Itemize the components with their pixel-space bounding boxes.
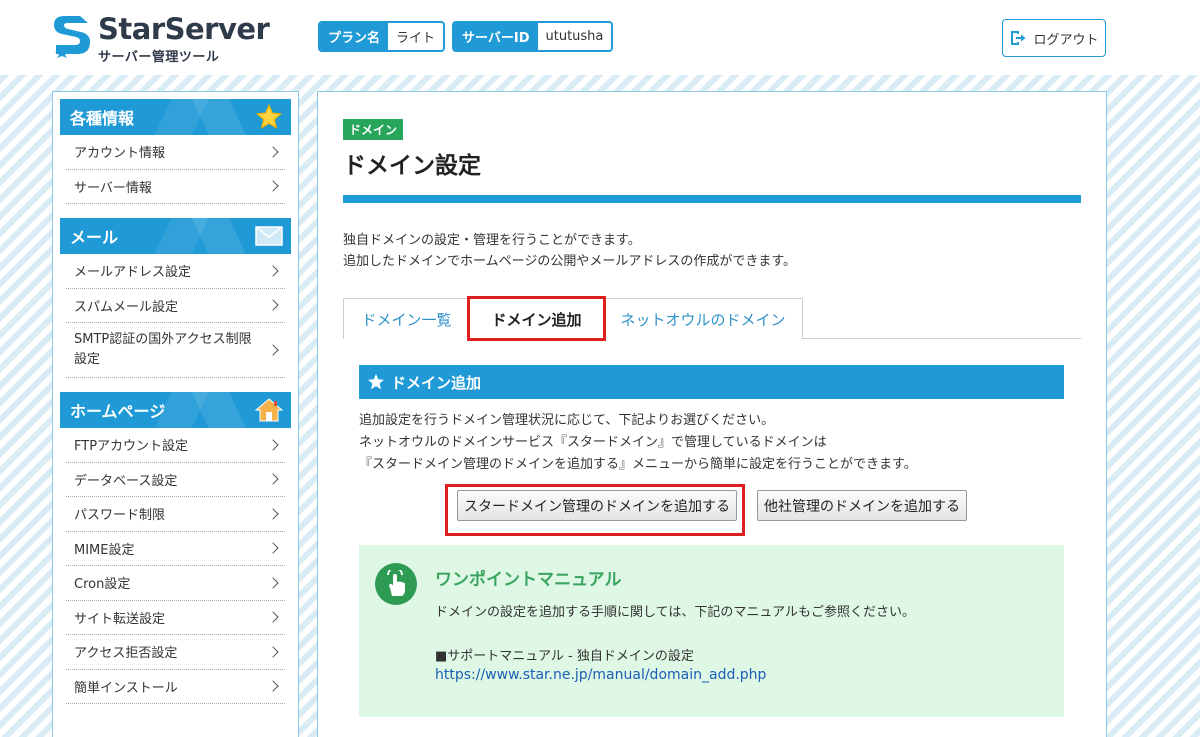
chevron-right-icon xyxy=(267,680,279,692)
panel-line: ネットオウルのドメインサービス『スタードメイン』で管理しているドメインは xyxy=(359,435,827,450)
sidebar-section-mail: メール メールアドレス設定 スパムメール設定 SMTP認証の国外アクセス制限設定 xyxy=(60,218,291,378)
intro-text: 独自ドメインの設定・管理を行うことができます。 追加したドメインでホームページの… xyxy=(343,230,796,272)
tab-domain-add[interactable]: ドメイン追加 xyxy=(467,296,606,341)
sidebar-section-header: ホームページ xyxy=(60,392,291,428)
plan-value: ライト xyxy=(396,31,436,46)
sidebar-item-label: データベース設定 xyxy=(74,473,178,489)
tab-domain-list[interactable]: ドメイン一覧 xyxy=(343,298,470,339)
logo-subtitle: サーバー管理ツール xyxy=(98,50,220,65)
sidebar-section-header: 各種情報 xyxy=(60,99,291,135)
server-id-value: ututusha xyxy=(545,29,604,44)
sidebar-item-site-redirect[interactable]: サイト転送設定 xyxy=(66,601,285,635)
sidebar-item-mail-address[interactable]: メールアドレス設定 xyxy=(66,254,285,289)
chevron-right-icon xyxy=(267,542,279,554)
star-icon xyxy=(255,104,283,130)
sidebar-item-label: アクセス拒否設定 xyxy=(74,646,178,662)
chevron-right-icon xyxy=(267,646,279,658)
sidebar-item-label: SMTP認証の国外アクセス制限設定 xyxy=(74,332,252,367)
sidebar-item-label: サーバー情報 xyxy=(74,180,152,196)
sidebar-section-homepage: ホームページ FTPアカウント設定 データベース設定 パスワード制限 MIME設… xyxy=(60,392,291,704)
server-id-label: サーバーID xyxy=(454,23,538,50)
manual-title: ワンポイントマニュアル xyxy=(435,570,622,590)
logo-mark-icon xyxy=(54,16,90,58)
mail-icon xyxy=(255,223,283,249)
sidebar-item-database[interactable]: データベース設定 xyxy=(66,463,285,497)
star-icon xyxy=(368,374,384,390)
top-header: StarServer サーバー管理ツール プラン名 ライト サーバーID utu… xyxy=(0,0,1200,75)
manual-link[interactable]: https://www.star.ne.jp/manual/domain_add… xyxy=(435,667,766,683)
home-icon xyxy=(255,397,283,423)
chevron-right-icon xyxy=(267,299,279,311)
sidebar-item-ftp-account[interactable]: FTPアカウント設定 xyxy=(66,428,285,463)
section-title: 各種情報 xyxy=(70,109,135,128)
sidebar-item-smtp-restriction[interactable]: SMTP認証の国外アクセス制限設定 xyxy=(66,323,285,378)
tab-bar: ドメイン一覧 ドメイン追加 ネットオウルのドメイン xyxy=(343,296,1081,341)
hand-pointer-icon xyxy=(375,563,417,605)
logo[interactable]: StarServer サーバー管理ツール xyxy=(50,10,290,65)
sidebar-item-label: 簡単インストール xyxy=(74,680,178,696)
sidebar-item-label: MIME設定 xyxy=(74,542,135,558)
tab-netowl-domain[interactable]: ネットオウルのドメイン xyxy=(603,298,803,339)
sidebar-item-server-info[interactable]: サーバー情報 xyxy=(66,170,285,204)
sidebar-item-label: スパムメール設定 xyxy=(74,299,179,315)
sidebar-item-account-info[interactable]: アカウント情報 xyxy=(66,135,285,170)
section-title: ホームページ xyxy=(70,402,166,421)
add-other-domain-button[interactable]: 他社管理のドメインを追加する xyxy=(757,490,967,521)
intro-line: 追加したドメインでホームページの公開やメールアドレスの作成ができます。 xyxy=(343,254,797,269)
sidebar-item-label: サイト転送設定 xyxy=(74,611,166,627)
sidebar-item-cron[interactable]: Cron設定 xyxy=(66,566,285,601)
sidebar-section-header: メール xyxy=(60,218,291,254)
chevron-right-icon xyxy=(267,265,279,277)
sidebar-item-easy-install[interactable]: 簡単インストール xyxy=(66,670,285,704)
chevron-right-icon xyxy=(267,611,279,623)
plan-label: プラン名 xyxy=(320,23,389,50)
logout-label: ログアウト xyxy=(1033,32,1099,48)
chevron-right-icon xyxy=(267,473,279,485)
main-content: ドメイン ドメイン設定 独自ドメインの設定・管理を行うことができます。 追加した… xyxy=(317,91,1107,737)
manual-link-label: ■サポートマニュアル - 独自ドメインの設定 xyxy=(435,649,694,664)
sidebar-item-label: アカウント情報 xyxy=(74,146,166,162)
logo-title: StarServer xyxy=(98,12,270,46)
chevron-right-icon xyxy=(267,508,279,520)
plan-pill: プラン名 ライト xyxy=(318,21,446,52)
chevron-right-icon xyxy=(267,344,279,356)
sidebar-item-label: Cron設定 xyxy=(74,577,131,593)
sidebar-item-password-restriction[interactable]: パスワード制限 xyxy=(66,497,285,532)
logout-button[interactable]: ログアウト xyxy=(1002,19,1106,57)
sidebar-item-label: パスワード制限 xyxy=(74,508,166,524)
panel-header: ドメイン追加 xyxy=(359,365,1064,399)
server-id-pill: サーバーID ututusha xyxy=(452,21,614,52)
sidebar-section-info: 各種情報 アカウント情報 サーバー情報 xyxy=(60,99,291,204)
manual-description: ドメインの設定を追加する手順に関しては、下記のマニュアルもご参照ください。 xyxy=(435,605,915,620)
sidebar-item-access-deny[interactable]: アクセス拒否設定 xyxy=(66,635,285,670)
sidebar: 各種情報 アカウント情報 サーバー情報 メール メールアドレス設定 スパムメール… xyxy=(52,91,299,737)
logout-icon xyxy=(1011,31,1026,45)
chevron-right-icon xyxy=(267,146,279,158)
panel-line: 追加設定を行うドメイン管理状況に応じて、下記よりお選びください。 xyxy=(359,413,775,428)
panel-title: ドメイン追加 xyxy=(391,373,482,392)
category-badge: ドメイン xyxy=(343,119,404,140)
chevron-right-icon xyxy=(267,577,279,589)
page-title: ドメイン設定 xyxy=(343,153,481,179)
one-point-manual: ワンポイントマニュアル ドメインの設定を追加する手順に関しては、下記のマニュアル… xyxy=(359,545,1064,717)
sidebar-item-spam-mail[interactable]: スパムメール設定 xyxy=(66,289,285,323)
chevron-right-icon xyxy=(267,439,279,451)
sidebar-item-label: FTPアカウント設定 xyxy=(74,439,189,455)
title-divider xyxy=(343,195,1081,203)
panel-line: 『スタードメイン管理のドメインを追加する』メニューから簡単に設定を行うことができ… xyxy=(359,457,917,472)
add-star-domain-button[interactable]: スタードメイン管理のドメインを追加する xyxy=(457,490,737,521)
chevron-right-icon xyxy=(267,180,279,192)
sidebar-item-mime[interactable]: MIME設定 xyxy=(66,532,285,566)
sidebar-item-label: メールアドレス設定 xyxy=(74,265,192,281)
panel-text: 追加設定を行うドメイン管理状況に応じて、下記よりお選びください。 ネットオウルの… xyxy=(359,410,917,476)
intro-line: 独自ドメインの設定・管理を行うことができます。 xyxy=(343,233,641,248)
section-title: メール xyxy=(70,228,119,247)
